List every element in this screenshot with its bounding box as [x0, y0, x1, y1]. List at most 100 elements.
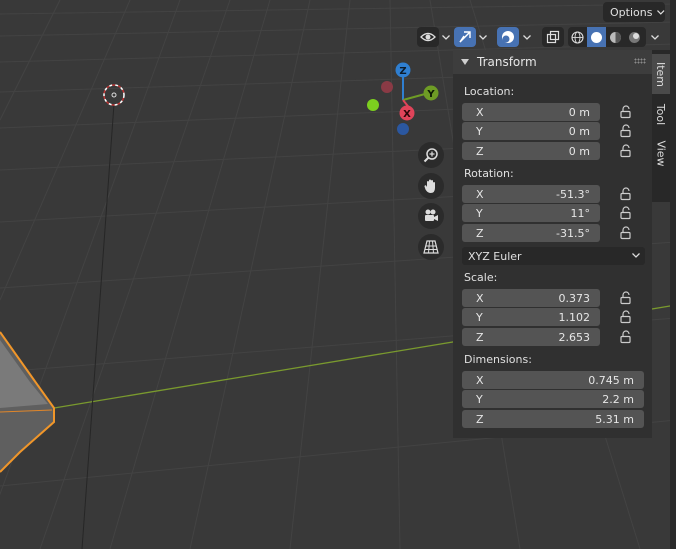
shading-rendered-button[interactable]: [625, 27, 644, 47]
gizmo-caret[interactable]: [476, 27, 490, 47]
field-value: 11°: [570, 206, 591, 220]
gizmo-y-label: Y: [426, 89, 435, 100]
zoom-button[interactable]: [418, 142, 444, 168]
field-value: -31.5°: [556, 226, 590, 240]
tab-view[interactable]: View: [652, 134, 670, 172]
navigation-gizmo: Z Y X: [367, 62, 439, 135]
axis-label: Y: [476, 392, 483, 406]
axis-label: X: [476, 187, 484, 201]
lock-icon[interactable]: [619, 226, 633, 240]
viewport-shading-group: [568, 27, 646, 47]
location-label: Location:: [464, 85, 515, 98]
perspective-toggle-button[interactable]: [418, 234, 444, 260]
shading-caret[interactable]: [648, 27, 662, 47]
axis-label: Y: [476, 310, 483, 324]
chevron-down-icon: [523, 34, 531, 40]
axis-label: X: [476, 373, 484, 387]
field-value: 1.102: [558, 310, 591, 324]
sidebar-panel: Transform Location: X 0 m Y 0 m Z 0 m Ro…: [453, 50, 652, 438]
gizmo-z-label: Z: [399, 66, 406, 77]
field-value: 0.745 m: [588, 373, 634, 387]
lock-icon[interactable]: [619, 187, 633, 201]
chevron-down-icon: [479, 34, 487, 40]
chevron-down-icon: [657, 9, 665, 15]
shading-wireframe-icon: [571, 30, 584, 44]
lock-icon[interactable]: [619, 144, 633, 158]
dimensions-x-field[interactable]: X 0.745 m: [462, 371, 644, 389]
collapse-triangle-icon: [461, 59, 469, 65]
pan-button[interactable]: [418, 173, 444, 199]
tab-item[interactable]: Item: [652, 54, 670, 94]
tab-tool[interactable]: Tool: [652, 96, 670, 132]
location-x-field[interactable]: X 0 m: [462, 103, 600, 121]
lock-icon[interactable]: [619, 206, 633, 220]
selected-mesh-object: [0, 331, 55, 473]
panel-title: Transform: [477, 55, 537, 69]
grid-perspective-icon: [423, 240, 439, 254]
drag-grip-icon[interactable]: [634, 58, 646, 64]
axis-label: Z: [476, 330, 484, 344]
tab-tool-label: Tool: [654, 103, 668, 125]
scale-x-field[interactable]: X 0.373: [462, 289, 600, 307]
transform-panel-header[interactable]: Transform: [453, 50, 652, 74]
xray-toggle-icon: [546, 30, 560, 44]
chevron-down-icon: [632, 253, 640, 258]
shading-material-button[interactable]: [606, 27, 625, 47]
field-value: 0 m: [568, 144, 590, 158]
field-value: 0 m: [568, 105, 590, 119]
overlays-caret[interactable]: [520, 27, 534, 47]
tab-view-label: View: [654, 139, 668, 167]
rotation-z-field[interactable]: Z -31.5°: [462, 224, 600, 242]
xray-toggle-button[interactable]: [542, 27, 564, 47]
field-value: 0.373: [558, 291, 591, 305]
eye-visibility-icon: [420, 32, 436, 42]
field-value: 0 m: [568, 124, 590, 138]
rotation-y-field[interactable]: Y 11°: [462, 204, 600, 222]
lock-icon[interactable]: [619, 105, 633, 119]
field-value: 5.31 m: [595, 412, 634, 426]
lock-icon[interactable]: [619, 291, 633, 305]
dimensions-label: Dimensions:: [464, 353, 532, 366]
overlays-toggle-button[interactable]: [497, 27, 519, 47]
axis-label: Y: [476, 206, 483, 220]
options-dropdown[interactable]: Options: [603, 2, 665, 22]
axis-label: Z: [476, 226, 484, 240]
shading-solid-button[interactable]: [587, 27, 606, 47]
shading-solid-icon: [591, 31, 602, 43]
dimensions-z-field[interactable]: Z 5.31 m: [462, 410, 644, 428]
location-y-field[interactable]: Y 0 m: [462, 122, 600, 140]
dimensions-y-field[interactable]: Y 2.2 m: [462, 390, 644, 408]
rotation-mode-value: XYZ Euler: [468, 249, 522, 263]
scale-z-field[interactable]: Z 2.653: [462, 328, 600, 346]
overlay-icon: [502, 31, 514, 43]
region-edge: [670, 0, 676, 549]
lock-icon[interactable]: [619, 124, 633, 138]
scale-y-field[interactable]: Y 1.102: [462, 308, 600, 326]
visibility-caret[interactable]: [439, 27, 453, 47]
zoom-icon: [423, 148, 438, 163]
visibility-dropdown-button[interactable]: [417, 27, 439, 47]
pan-hand-icon: [424, 179, 435, 193]
gizmo-arrow-icon: [459, 31, 471, 43]
gizmo-x-label: X: [403, 109, 411, 120]
rotation-mode-select[interactable]: XYZ Euler: [462, 247, 645, 265]
shading-wireframe-button[interactable]: [568, 27, 587, 47]
shading-material-icon: [610, 31, 621, 43]
rotation-label: Rotation:: [464, 167, 514, 180]
axis-label: X: [476, 291, 484, 305]
camera-icon: [425, 209, 438, 221]
shading-rendered-icon: [629, 31, 640, 43]
lock-icon[interactable]: [619, 310, 633, 324]
gizmo-toggle-button[interactable]: [454, 27, 476, 47]
tab-item-label: Item: [654, 61, 668, 87]
axis-label: X: [476, 105, 484, 119]
field-value: 2.2 m: [602, 392, 634, 406]
axis-label: Z: [476, 412, 484, 426]
lock-icon[interactable]: [619, 330, 633, 344]
location-z-field[interactable]: Z 0 m: [462, 142, 600, 160]
axis-label: Z: [476, 144, 484, 158]
rotation-x-field[interactable]: X -51.3°: [462, 185, 600, 203]
camera-view-button[interactable]: [418, 203, 444, 229]
options-label: Options: [610, 5, 653, 19]
chevron-down-icon: [442, 34, 450, 40]
